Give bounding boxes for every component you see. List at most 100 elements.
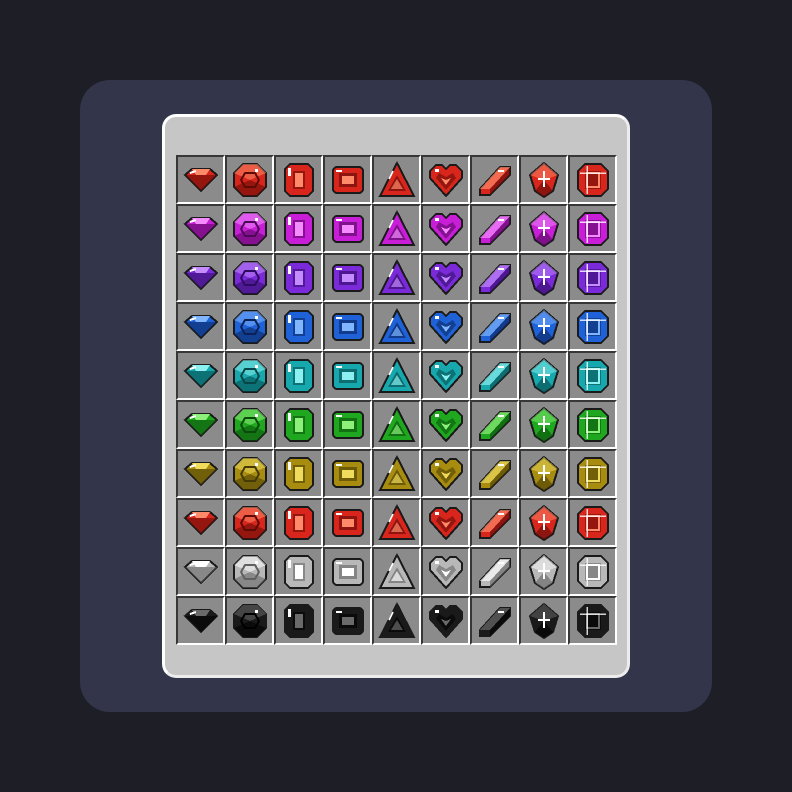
inventory-slot[interactable] (421, 155, 470, 204)
inventory-slot[interactable] (323, 547, 372, 596)
inventory-slot[interactable] (568, 253, 617, 302)
inventory-slot[interactable] (176, 155, 225, 204)
inventory-slot[interactable] (274, 498, 323, 547)
inventory-slot[interactable] (519, 351, 568, 400)
emerald-cut-gem-icon (280, 161, 318, 199)
inventory-slot[interactable] (470, 547, 519, 596)
inventory-slot[interactable] (519, 596, 568, 645)
round-gem-icon (231, 406, 269, 444)
round-gem-icon (231, 308, 269, 346)
inventory-slot[interactable] (421, 596, 470, 645)
inventory-slot[interactable] (323, 449, 372, 498)
inventory-slot[interactable] (372, 596, 421, 645)
inventory-slot[interactable] (421, 302, 470, 351)
inventory-slot[interactable] (225, 596, 274, 645)
inventory-slot[interactable] (568, 351, 617, 400)
inventory-slot[interactable] (225, 155, 274, 204)
inventory-slot[interactable] (421, 498, 470, 547)
inventory-slot[interactable] (421, 400, 470, 449)
inventory-slot[interactable] (225, 351, 274, 400)
inventory-slot[interactable] (323, 302, 372, 351)
inventory-slot[interactable] (421, 547, 470, 596)
inventory-slot[interactable] (519, 155, 568, 204)
inventory-slot[interactable] (323, 204, 372, 253)
inventory-slot[interactable] (176, 302, 225, 351)
inventory-slot[interactable] (176, 400, 225, 449)
inventory-slot[interactable] (519, 547, 568, 596)
inventory-slot[interactable] (568, 302, 617, 351)
inventory-slot[interactable] (372, 498, 421, 547)
inventory-slot[interactable] (372, 449, 421, 498)
inventory-slot[interactable] (470, 351, 519, 400)
inventory-slot[interactable] (274, 449, 323, 498)
cushion-gem-icon (329, 455, 367, 493)
inventory-slot[interactable] (421, 351, 470, 400)
inventory-slot[interactable] (372, 547, 421, 596)
inventory-slot[interactable] (470, 204, 519, 253)
cushion-gem-icon (329, 259, 367, 297)
inventory-slot[interactable] (176, 449, 225, 498)
triangle-gem-icon (377, 356, 416, 395)
inventory-slot[interactable] (225, 547, 274, 596)
inventory-slot[interactable] (421, 204, 470, 253)
inventory-slot[interactable] (274, 302, 323, 351)
inventory-slot[interactable] (274, 351, 323, 400)
inventory-slot[interactable] (519, 253, 568, 302)
inventory-slot[interactable] (274, 596, 323, 645)
inventory-slot[interactable] (470, 596, 519, 645)
inventory-slot[interactable] (323, 400, 372, 449)
heart-gem-icon (427, 308, 465, 346)
inventory-slot[interactable] (372, 302, 421, 351)
bar-gem-icon (476, 210, 514, 248)
inventory-slot[interactable] (519, 400, 568, 449)
inventory-slot[interactable] (225, 449, 274, 498)
inventory-slot[interactable] (470, 302, 519, 351)
inventory-slot[interactable] (274, 400, 323, 449)
inventory-slot[interactable] (176, 351, 225, 400)
inventory-slot[interactable] (372, 204, 421, 253)
inventory-slot[interactable] (274, 204, 323, 253)
inventory-slot[interactable] (323, 253, 372, 302)
inventory-slot[interactable] (568, 547, 617, 596)
inventory-slot[interactable] (568, 596, 617, 645)
inventory-slot[interactable] (176, 547, 225, 596)
inventory-slot[interactable] (421, 253, 470, 302)
inventory-slot[interactable] (519, 498, 568, 547)
inventory-slot[interactable] (568, 155, 617, 204)
inventory-slot[interactable] (176, 596, 225, 645)
inventory-slot[interactable] (421, 449, 470, 498)
inventory-slot[interactable] (372, 253, 421, 302)
inventory-slot[interactable] (176, 253, 225, 302)
inventory-slot[interactable] (274, 155, 323, 204)
inventory-slot[interactable] (470, 498, 519, 547)
octagon-gem-icon (574, 308, 612, 346)
inventory-slot[interactable] (274, 547, 323, 596)
inventory-slot[interactable] (519, 449, 568, 498)
inventory-slot[interactable] (568, 449, 617, 498)
octagon-gem-icon (574, 406, 612, 444)
inventory-slot[interactable] (323, 155, 372, 204)
inventory-slot[interactable] (519, 302, 568, 351)
inventory-slot[interactable] (568, 400, 617, 449)
inventory-slot[interactable] (176, 498, 225, 547)
inventory-slot[interactable] (274, 253, 323, 302)
inventory-slot[interactable] (372, 155, 421, 204)
inventory-slot[interactable] (470, 449, 519, 498)
inventory-slot[interactable] (470, 400, 519, 449)
inventory-slot[interactable] (470, 253, 519, 302)
inventory-slot[interactable] (470, 155, 519, 204)
inventory-slot[interactable] (372, 351, 421, 400)
inventory-slot[interactable] (372, 400, 421, 449)
inventory-slot[interactable] (568, 204, 617, 253)
inventory-slot[interactable] (568, 498, 617, 547)
inventory-slot[interactable] (176, 204, 225, 253)
inventory-slot[interactable] (225, 253, 274, 302)
inventory-slot[interactable] (323, 351, 372, 400)
inventory-slot[interactable] (225, 302, 274, 351)
inventory-slot[interactable] (519, 204, 568, 253)
inventory-slot[interactable] (323, 596, 372, 645)
inventory-slot[interactable] (225, 400, 274, 449)
inventory-slot[interactable] (225, 498, 274, 547)
inventory-slot[interactable] (225, 204, 274, 253)
inventory-slot[interactable] (323, 498, 372, 547)
